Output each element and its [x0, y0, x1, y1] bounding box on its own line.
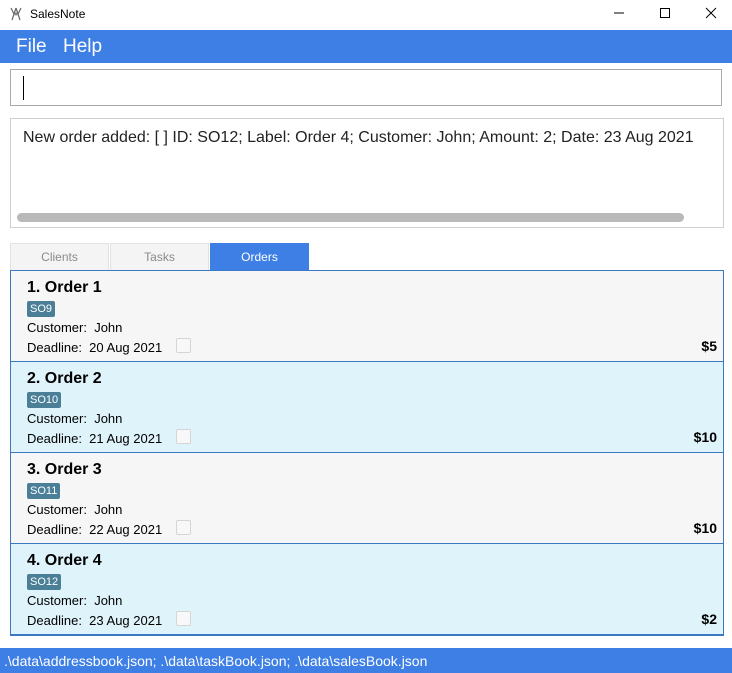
- customer-name: John: [94, 411, 123, 426]
- tab-clients[interactable]: Clients: [10, 243, 109, 270]
- order-card[interactable]: 1. Order 1 SO9 Customer: John Deadline: …: [11, 271, 723, 362]
- order-id-badge: SO10: [27, 392, 62, 408]
- order-customer: Customer: John: [27, 502, 122, 517]
- customer-name: John: [94, 593, 123, 608]
- order-title: 4. Order 4: [27, 552, 102, 569]
- menu-help[interactable]: Help: [63, 36, 102, 58]
- title-bar: SalesNote: [0, 0, 732, 30]
- order-card[interactable]: 3. Order 3 SO11 Customer: John Deadline:…: [11, 453, 723, 544]
- close-button[interactable]: [688, 0, 732, 30]
- app-ribbon-icon: [8, 6, 24, 22]
- order-amount: $10: [693, 520, 717, 536]
- customer-label: Customer:: [27, 320, 87, 335]
- deadline-date: 20 Aug 2021: [89, 340, 163, 355]
- customer-label: Customer:: [27, 593, 87, 608]
- deadline-label: Deadline:: [27, 613, 82, 628]
- customer-name: John: [94, 320, 123, 335]
- order-deadline: Deadline: 22 Aug 2021: [27, 522, 162, 537]
- window-title: SalesNote: [30, 7, 86, 21]
- tab-orders[interactable]: Orders: [210, 243, 309, 270]
- order-list[interactable]: 1. Order 1 SO9 Customer: John Deadline: …: [10, 270, 724, 636]
- order-amount: $5: [701, 338, 717, 354]
- maximize-button[interactable]: [642, 0, 688, 30]
- order-done-checkbox[interactable]: [176, 611, 191, 626]
- minimize-button[interactable]: [596, 0, 642, 30]
- deadline-date: 21 Aug 2021: [89, 431, 163, 446]
- order-id-badge: SO12: [27, 574, 62, 590]
- order-done-checkbox[interactable]: [176, 520, 191, 535]
- order-deadline: Deadline: 23 Aug 2021: [27, 613, 162, 628]
- deadline-label: Deadline:: [27, 431, 82, 446]
- order-customer: Customer: John: [27, 320, 122, 335]
- customer-name: John: [94, 502, 123, 517]
- order-title: 2. Order 2: [27, 370, 102, 387]
- deadline-label: Deadline:: [27, 522, 82, 537]
- order-done-checkbox[interactable]: [176, 429, 191, 444]
- result-display[interactable]: New order added: [ ] ID: SO12; Label: Or…: [10, 118, 724, 228]
- customer-label: Customer:: [27, 411, 87, 426]
- horizontal-scrollbar[interactable]: [17, 213, 684, 222]
- order-card[interactable]: 4. Order 4 SO12 Customer: John Deadline:…: [11, 544, 723, 635]
- order-title: 1. Order 1: [27, 279, 102, 296]
- order-deadline: Deadline: 21 Aug 2021: [27, 431, 162, 446]
- close-icon: [705, 6, 717, 24]
- order-id-badge: SO11: [27, 483, 61, 499]
- customer-label: Customer:: [27, 502, 87, 517]
- status-file-paths: .\data\addressbook.json; .\data\taskBook…: [4, 653, 428, 669]
- order-deadline: Deadline: 20 Aug 2021: [27, 340, 162, 355]
- deadline-date: 22 Aug 2021: [89, 522, 163, 537]
- status-bar: .\data\addressbook.json; .\data\taskBook…: [0, 648, 732, 673]
- result-message: New order added: [ ] ID: SO12; Label: Or…: [23, 129, 694, 146]
- tab-tasks[interactable]: Tasks: [110, 243, 209, 270]
- order-amount: $2: [701, 611, 717, 627]
- text-caret: [23, 76, 24, 100]
- order-id-badge: SO9: [27, 301, 56, 317]
- order-card[interactable]: 2. Order 2 SO10 Customer: John Deadline:…: [11, 362, 723, 453]
- order-customer: Customer: John: [27, 593, 122, 608]
- order-done-checkbox[interactable]: [176, 338, 191, 353]
- deadline-date: 23 Aug 2021: [89, 613, 163, 628]
- order-title: 3. Order 3: [27, 461, 102, 478]
- minimize-icon: [613, 6, 625, 24]
- menu-file[interactable]: File: [16, 36, 47, 58]
- deadline-label: Deadline:: [27, 340, 82, 355]
- menu-bar: File Help: [0, 30, 732, 63]
- order-amount: $10: [693, 429, 717, 445]
- maximize-icon: [659, 6, 671, 24]
- command-input[interactable]: [10, 69, 722, 106]
- order-customer: Customer: John: [27, 411, 122, 426]
